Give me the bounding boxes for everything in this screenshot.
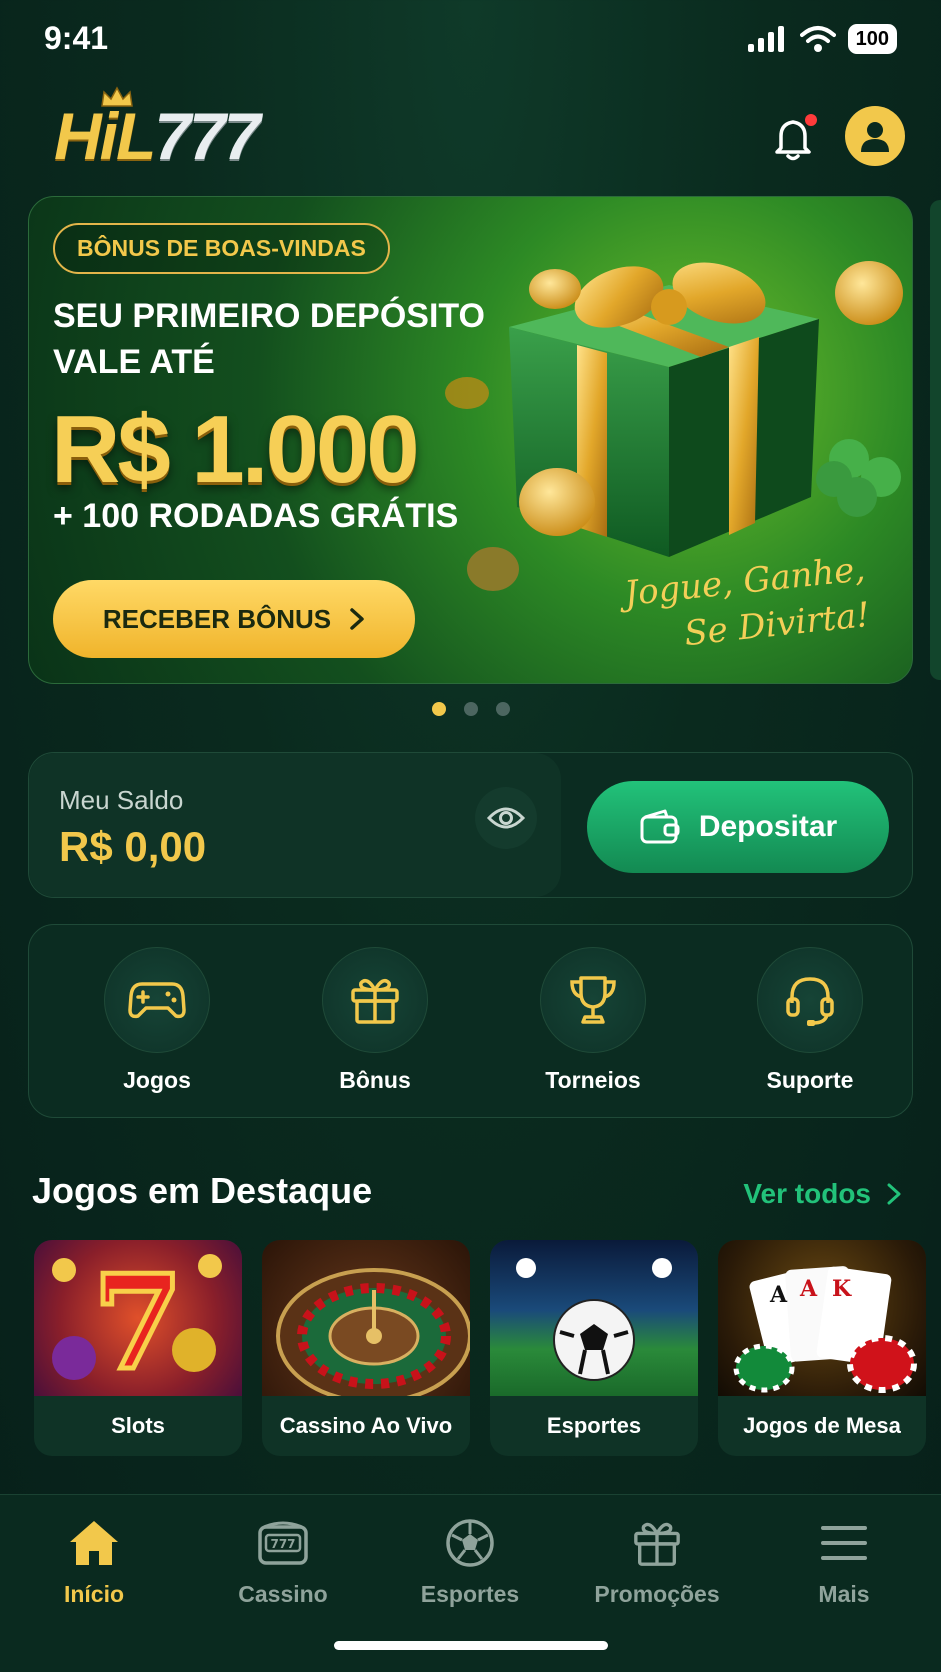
- quick-action-support[interactable]: Suporte: [740, 947, 880, 1094]
- chevron-right-icon: [350, 608, 364, 630]
- balance-label: Meu Saldo: [59, 785, 184, 815]
- brand-logo[interactable]: HiL777: [54, 98, 260, 174]
- game-card-sports[interactable]: Esportes: [490, 1240, 698, 1456]
- carousel-dots: [0, 702, 941, 716]
- deposit-button[interactable]: Depositar: [587, 781, 889, 873]
- app-header: HiL777: [0, 86, 941, 188]
- status-icons: 100: [747, 24, 897, 54]
- slots-seven-image: 7: [52, 1244, 222, 1396]
- nav-item-casino[interactable]: 777 Cassino: [193, 1513, 373, 1608]
- quick-action-bonus[interactable]: Bônus: [305, 947, 445, 1094]
- nav-item-promotions[interactable]: Promoções: [567, 1513, 747, 1608]
- featured-games-title: Jogos em Destaque: [32, 1170, 373, 1211]
- balance-value: R$ 0,00: [59, 823, 207, 870]
- trophy-icon: [570, 976, 616, 1024]
- quick-action-circle: [757, 947, 863, 1053]
- table-games-art: A A K: [718, 1240, 926, 1396]
- quick-actions-panel: Jogos Bônus Torneios Suporte: [28, 924, 913, 1118]
- quick-action-label: Bônus: [339, 1067, 411, 1093]
- see-all-link[interactable]: Ver todos: [743, 1178, 901, 1210]
- quick-action-label: Suporte: [766, 1067, 854, 1093]
- status-bar: 9:41 100: [0, 0, 941, 80]
- chevron-right-icon: [887, 1183, 901, 1205]
- game-label: Cassino Ao Vivo: [279, 1413, 453, 1438]
- cards-and-chips-image: A A K: [733, 1266, 917, 1393]
- notifications-button[interactable]: [765, 110, 821, 166]
- slot-machine-icon: 777: [258, 1521, 308, 1565]
- headset-icon: [786, 977, 834, 1026]
- quick-action-games[interactable]: Jogos: [87, 947, 227, 1094]
- notification-dot: [805, 114, 817, 126]
- wallet-icon: [640, 809, 680, 844]
- balance-panel: Meu Saldo R$ 0,00: [29, 753, 561, 897]
- banner-headline: SEU PRIMEIRO DEPÓSITO VALE ATÉ: [53, 297, 486, 381]
- game-label: Jogos de Mesa: [743, 1413, 901, 1438]
- quick-action-circle: [540, 947, 646, 1053]
- roulette-art: [262, 1240, 470, 1396]
- carousel-dot-active[interactable]: [431, 702, 446, 716]
- quick-action-circle: [104, 947, 210, 1053]
- logo-text-part1: HiL: [54, 99, 156, 173]
- logo-text-part2: 777: [154, 99, 260, 173]
- profile-avatar-button[interactable]: [845, 106, 905, 166]
- eye-icon: [486, 807, 526, 829]
- quick-action-label: Jogos: [123, 1067, 191, 1093]
- nav-label: Início: [63, 1581, 125, 1607]
- claim-bonus-label: RECEBER BÔNUS: [102, 603, 332, 634]
- game-label: Esportes: [546, 1413, 642, 1438]
- home-indicator: [334, 1641, 608, 1650]
- welcome-bonus-badge: BÔNUS DE BOAS-VINDAS: [53, 223, 390, 274]
- nav-item-home[interactable]: Início: [4, 1513, 184, 1608]
- nav-label: Esportes: [420, 1581, 520, 1607]
- sports-art: [490, 1240, 698, 1396]
- game-card-table-games[interactable]: A A K Jogos de Mesa: [718, 1240, 926, 1456]
- game-card-slots[interactable]: 7 Slots: [34, 1240, 242, 1456]
- crown-icon: [101, 86, 133, 107]
- gamepad-icon: [128, 982, 186, 1019]
- svg-text:A: A: [769, 1282, 788, 1308]
- status-time: 9:41: [44, 20, 109, 56]
- wifi-icon: [799, 26, 836, 52]
- home-icon: [70, 1521, 118, 1565]
- nav-item-more[interactable]: Mais: [754, 1513, 934, 1608]
- game-card-live-casino[interactable]: Cassino Ao Vivo: [262, 1240, 470, 1456]
- carousel-dot[interactable]: [463, 702, 478, 716]
- free-spins-text: + 100 RODADAS GRÁTIS: [53, 497, 459, 535]
- soccer-ball-image: [516, 1258, 672, 1381]
- promo-banner[interactable]: BÔNUS DE BOAS-VINDAS SEU PRIMEIRO DEPÓSI…: [28, 196, 913, 684]
- nav-item-sports[interactable]: Esportes: [380, 1513, 560, 1608]
- balance-card: Meu Saldo R$ 0,00 Depositar: [28, 752, 913, 898]
- nav-label: Mais: [818, 1581, 870, 1607]
- user-icon: [861, 122, 889, 152]
- soccer-ball-icon: [446, 1519, 494, 1567]
- svg-text:777: 777: [270, 1537, 295, 1551]
- nav-label: Cassino: [238, 1581, 328, 1607]
- gift-icon: [634, 1522, 680, 1566]
- svg-text:7: 7: [93, 1246, 183, 1396]
- deposit-label: Depositar: [698, 810, 838, 843]
- claim-bonus-button[interactable]: RECEBER BÔNUS: [53, 580, 415, 658]
- battery-indicator: 100: [847, 24, 897, 54]
- roulette-wheel-image: [276, 1268, 470, 1396]
- gift-icon: [351, 978, 399, 1024]
- quick-action-circle: [322, 947, 428, 1053]
- next-banner-peek: [930, 200, 941, 680]
- svg-text:K: K: [832, 1276, 852, 1302]
- svg-text:A: A: [799, 1276, 818, 1302]
- quick-action-label: Torneios: [545, 1067, 641, 1093]
- menu-icon: [821, 1526, 867, 1560]
- nav-label: Promoções: [594, 1581, 720, 1607]
- toggle-balance-visibility-button[interactable]: [475, 787, 537, 849]
- signal-icon: [747, 26, 784, 52]
- game-label: Slots: [111, 1413, 165, 1438]
- carousel-dot[interactable]: [495, 702, 510, 716]
- quick-action-tournaments[interactable]: Torneios: [523, 947, 663, 1094]
- see-all-label: Ver todos: [743, 1178, 871, 1209]
- bonus-amount: R$ 1.000: [51, 396, 420, 503]
- slots-art: 7: [34, 1240, 242, 1396]
